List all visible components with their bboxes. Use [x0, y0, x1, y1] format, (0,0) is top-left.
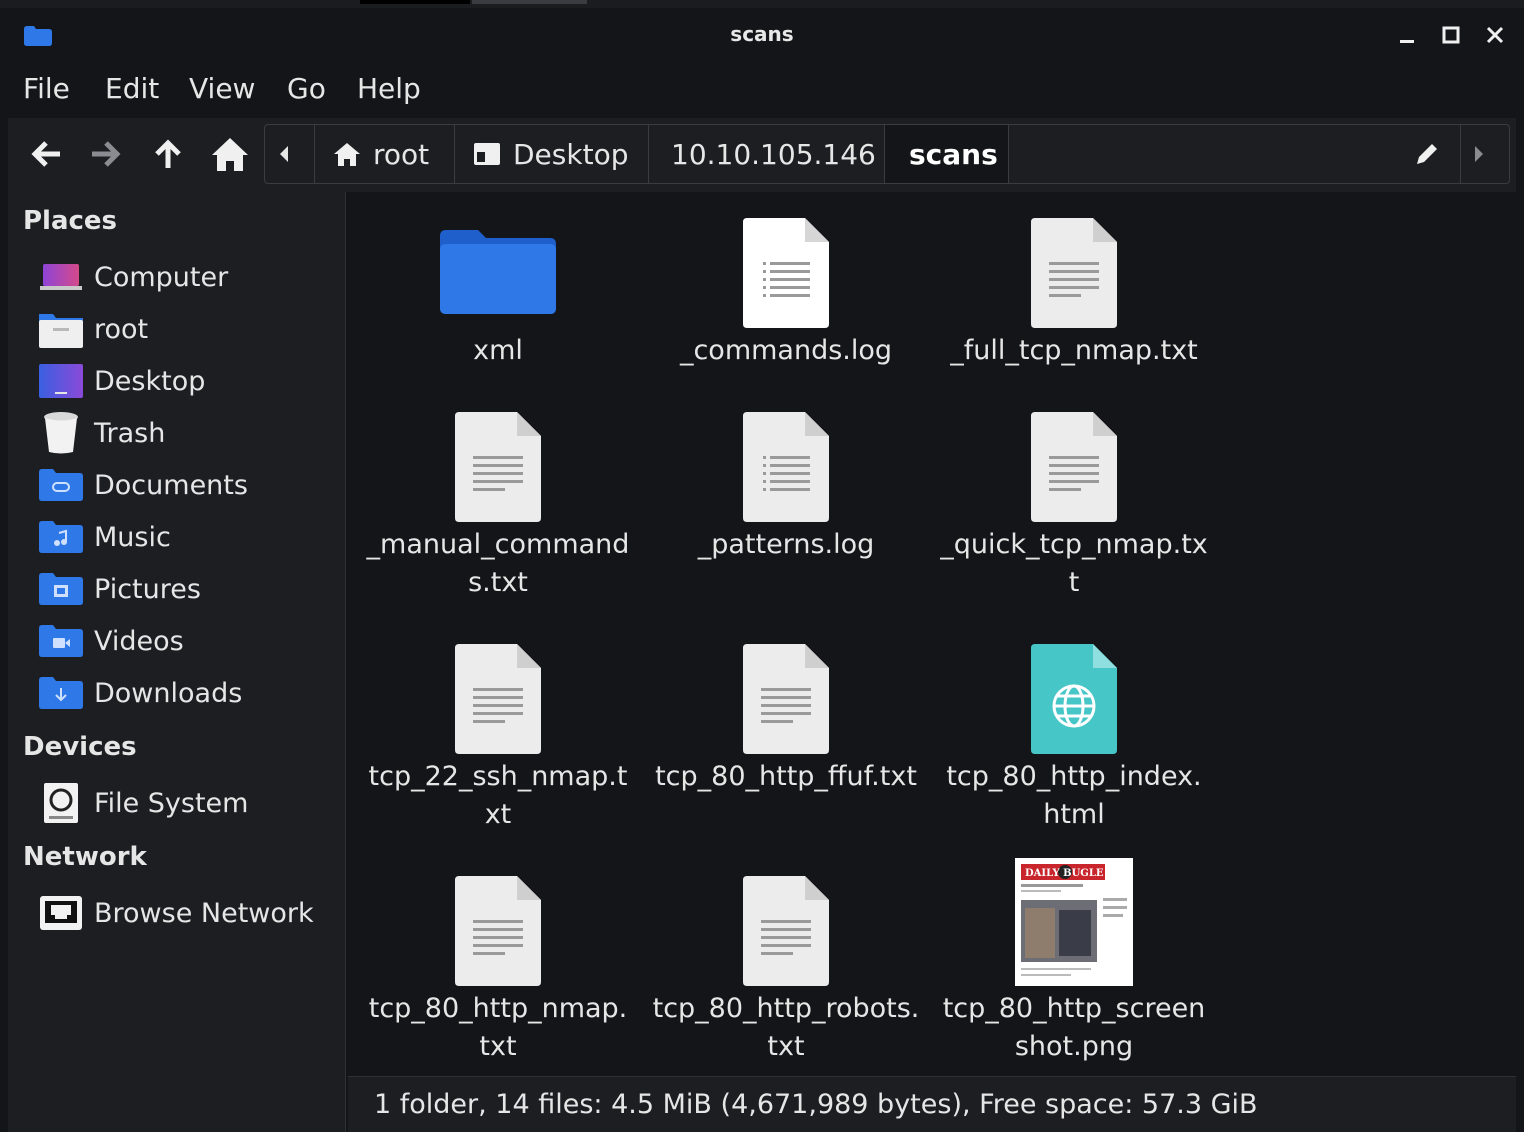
minimize-button[interactable] — [1392, 20, 1422, 50]
status-text: 1 folder, 14 files: 4.5 MiB (4,671,989 b… — [374, 1089, 1258, 1120]
forward-button[interactable] — [84, 132, 128, 176]
taskbar-segment — [360, 0, 470, 4]
sidebar-item-pictures[interactable]: Pictures — [38, 566, 338, 612]
html-file-icon — [1031, 644, 1117, 754]
downloads-folder-icon — [38, 673, 84, 713]
home-folder-icon — [38, 309, 84, 349]
log-file-icon — [743, 412, 829, 522]
file-item-folder[interactable]: xml — [354, 192, 642, 370]
desktop-icon — [38, 361, 84, 401]
file-item-log[interactable]: _patterns.log — [642, 386, 930, 564]
text-file-icon — [455, 644, 541, 754]
menu-view[interactable]: View — [189, 72, 255, 105]
thumbnail-masthead: DAILY BUGLE — [1025, 868, 1104, 879]
up-button[interactable] — [146, 132, 190, 176]
sidebar-item-root[interactable]: root — [38, 306, 338, 352]
screenshot-thumbnail-icon: DAILY BUGLE — [1015, 858, 1133, 986]
file-view: xml _commands.log _full_tcp_nmap.txt _ma… — [348, 192, 1516, 1074]
menu-file[interactable]: File — [23, 72, 70, 105]
text-file-icon — [743, 644, 829, 754]
chevron-left-icon — [279, 146, 288, 162]
text-file-icon — [455, 412, 541, 522]
documents-folder-icon — [38, 465, 84, 505]
home-icon — [334, 143, 360, 166]
taskbar-segment — [472, 0, 587, 4]
menu-bar: File Edit View Go Help — [0, 62, 1524, 118]
file-item-text[interactable]: _quick_tcp_nmap.txt — [930, 386, 1218, 602]
sidebar-item-downloads[interactable]: Downloads — [38, 670, 338, 716]
computer-icon — [38, 257, 84, 297]
sidebar-item-music[interactable]: Music — [38, 514, 338, 560]
sidebar-item-computer[interactable]: Computer — [38, 254, 338, 300]
crumb-root[interactable]: root — [315, 125, 455, 183]
sidebar-item-trash[interactable]: Trash — [38, 410, 338, 456]
crumb-desktop[interactable]: Desktop — [455, 125, 649, 183]
menu-edit[interactable]: Edit — [105, 72, 159, 105]
videos-folder-icon — [38, 621, 84, 661]
music-folder-icon — [38, 517, 84, 557]
file-item-text[interactable]: _full_tcp_nmap.txt — [930, 192, 1218, 370]
sidebar-item-browse-network[interactable]: Browse Network — [38, 890, 338, 936]
desktop-icon — [474, 143, 500, 165]
places-heading: Places — [23, 206, 118, 236]
menu-help[interactable]: Help — [357, 72, 421, 105]
sidebar-item-videos[interactable]: Videos — [38, 618, 338, 664]
log-file-icon — [743, 218, 829, 328]
text-file-icon — [1031, 218, 1117, 328]
path-scroll-right-button[interactable] — [1461, 125, 1509, 183]
network-heading: Network — [23, 842, 147, 872]
file-item-text[interactable]: _manual_commands.txt — [354, 386, 642, 602]
devices-heading: Devices — [23, 732, 137, 762]
sidebar-item-documents[interactable]: Documents — [38, 462, 338, 508]
close-button[interactable] — [1480, 20, 1510, 50]
text-file-icon — [455, 876, 541, 986]
edit-path-button[interactable] — [1405, 125, 1461, 183]
trash-icon — [38, 412, 84, 454]
pencil-icon — [1416, 144, 1437, 164]
crumb-scans[interactable]: scans — [885, 125, 1009, 183]
sidebar-item-desktop[interactable]: Desktop — [38, 358, 338, 404]
file-item-image[interactable]: DAILY BUGLE tcp_80_http_screenshot.png — [930, 850, 1218, 1066]
file-item-text[interactable]: tcp_80_http_nmap.txt — [354, 850, 642, 1066]
top-strip — [0, 0, 1524, 8]
text-file-icon — [1031, 412, 1117, 522]
file-item-text[interactable]: tcp_80_http_ffuf.txt — [642, 618, 930, 796]
back-button[interactable] — [24, 132, 68, 176]
file-item-log[interactable]: _commands.log — [642, 192, 930, 370]
path-bar: root Desktop 10.10.105.146 scans — [264, 124, 1510, 184]
window-title: scans — [730, 22, 794, 46]
crumb-ip[interactable]: 10.10.105.146 — [649, 125, 885, 183]
file-item-html[interactable]: tcp_80_http_index.html — [930, 618, 1218, 834]
pictures-folder-icon — [38, 569, 84, 609]
drive-icon — [38, 783, 84, 823]
menu-go[interactable]: Go — [287, 72, 326, 105]
path-scroll-left-button[interactable] — [265, 125, 315, 183]
toolbar: root Desktop 10.10.105.146 scans — [8, 118, 1516, 192]
maximize-button[interactable] — [1436, 20, 1466, 50]
file-item-text[interactable]: tcp_80_http_robots.txt — [642, 850, 930, 1066]
file-item-text[interactable]: tcp_22_ssh_nmap.txt — [354, 618, 642, 834]
title-bar: scans — [0, 8, 1524, 62]
folder-icon — [440, 230, 556, 314]
home-button[interactable] — [208, 132, 252, 176]
text-file-icon — [743, 876, 829, 986]
network-icon — [38, 893, 84, 933]
status-bar: 1 folder, 14 files: 4.5 MiB (4,671,989 b… — [348, 1076, 1516, 1132]
chevron-right-icon — [1475, 146, 1483, 162]
sidebar-item-file-system[interactable]: File System — [38, 780, 338, 826]
sidebar: Places Computer root Desktop Trash Docum… — [8, 192, 346, 1132]
